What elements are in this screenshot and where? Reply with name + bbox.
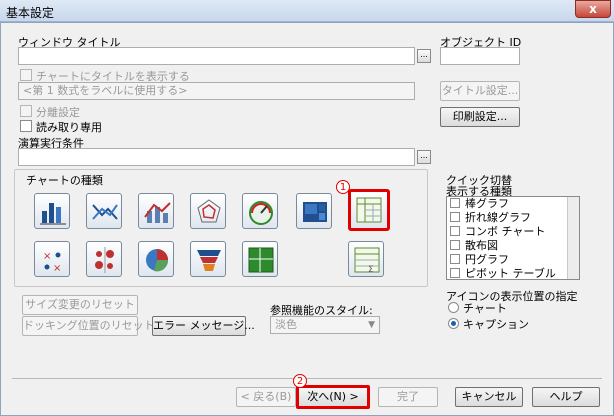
reset-docking-button[interactable]: ドッキング位置のリセット <box>22 316 155 336</box>
radio-caption-label: キャプション <box>463 318 529 331</box>
close-button[interactable]: x <box>575 0 611 18</box>
list-item[interactable]: 折れ線グラフ <box>447 211 579 225</box>
mekko-chart-icon[interactable] <box>242 241 278 277</box>
read-only-label: 読み取り専用 <box>36 121 102 134</box>
quick-switch-list[interactable]: 棒グラフ 折れ線グラフ コンボ チャート 散布図 円グラフ ピボット テーブル <box>446 196 580 280</box>
list-scrollbar[interactable] <box>567 197 579 279</box>
read-only-checkbox[interactable] <box>20 120 32 132</box>
error-message-button[interactable]: エラー メッセージ... <box>152 316 255 336</box>
subgroup-label: 分離設定 <box>36 106 80 119</box>
show-title-checkbox[interactable] <box>20 69 32 81</box>
line-chart-icon[interactable] <box>86 193 122 229</box>
title-settings-button[interactable]: タイトル設定... <box>440 81 520 101</box>
list-item-label: 円グラフ <box>465 253 509 266</box>
chart-types-label: チャートの種類 <box>24 172 105 188</box>
radio-caption[interactable] <box>448 318 459 329</box>
svg-text:×: × <box>53 263 61 274</box>
list-item-label: ピボット テーブル <box>465 267 556 280</box>
list-item[interactable]: 棒グラフ <box>447 197 579 211</box>
cancel-button[interactable]: キャンセル <box>455 387 523 407</box>
bottom-separator <box>12 378 602 379</box>
print-settings-button[interactable]: 印刷設定... <box>440 107 520 127</box>
list-item[interactable]: ピボット テーブル <box>447 267 579 281</box>
bar-chart-icon[interactable] <box>34 193 70 229</box>
finish-button[interactable]: 完了 <box>378 387 438 407</box>
radar-chart-icon[interactable] <box>190 193 226 229</box>
list-item[interactable]: 円グラフ <box>447 253 579 267</box>
object-id-input[interactable] <box>440 47 520 65</box>
list-item-label: 折れ線グラフ <box>465 211 531 224</box>
combo-chart-icon[interactable] <box>138 193 174 229</box>
reset-size-button[interactable]: サイズ変更のリセット <box>22 295 138 315</box>
chart-title-input[interactable]: <第 1 数式をラベルに使用する> <box>18 82 415 100</box>
list-item-checkbox[interactable] <box>450 212 460 222</box>
pie-chart-icon[interactable] <box>138 241 174 277</box>
radio-chart[interactable] <box>448 302 459 313</box>
list-item-label: 棒グラフ <box>465 197 509 210</box>
list-item-label: 散布図 <box>465 239 498 252</box>
scatter-chart-icon[interactable]: × × <box>34 241 70 277</box>
subgroup-checkbox[interactable] <box>20 105 32 117</box>
gauge-chart-icon[interactable] <box>242 193 278 229</box>
help-button[interactable]: ヘルプ <box>532 387 600 407</box>
straight-table-icon[interactable]: Σ <box>348 241 384 277</box>
svg-text:×: × <box>43 251 51 262</box>
funnel-chart-icon[interactable] <box>190 241 226 277</box>
block-chart-icon[interactable] <box>296 193 332 229</box>
list-item-checkbox[interactable] <box>450 254 460 264</box>
svg-text:Σ: Σ <box>368 265 374 275</box>
radio-chart-label: チャート <box>463 302 507 315</box>
back-button[interactable]: < 戻る(B) <box>236 387 296 407</box>
list-item[interactable]: 散布図 <box>447 239 579 253</box>
list-item[interactable]: コンボ チャート <box>447 225 579 239</box>
list-item-checkbox[interactable] <box>450 198 460 208</box>
annotation-badge-2: 2 <box>293 374 307 388</box>
list-item-checkbox[interactable] <box>450 226 460 236</box>
calc-condition-expression-button[interactable]: ... <box>417 150 431 164</box>
style-select[interactable]: 淡色 ▼ <box>270 316 380 334</box>
list-item-checkbox[interactable] <box>450 268 460 278</box>
annotation-badge-1: 1 <box>336 180 350 194</box>
pivot-table-icon[interactable] <box>348 189 390 231</box>
calc-condition-input[interactable] <box>18 148 415 166</box>
title-bar <box>0 0 614 22</box>
grid-chart-icon[interactable] <box>86 241 122 277</box>
chevron-down-icon: ▼ <box>368 320 375 330</box>
list-item-checkbox[interactable] <box>450 240 460 250</box>
window-title-expression-button[interactable]: ... <box>417 49 431 63</box>
window-title: 基本設定 <box>6 6 55 20</box>
window-title-input[interactable] <box>18 47 415 65</box>
next-button[interactable]: 次へ(N) > <box>296 385 370 409</box>
list-item-label: コンボ チャート <box>465 225 546 238</box>
style-select-value: 淡色 <box>275 318 297 331</box>
